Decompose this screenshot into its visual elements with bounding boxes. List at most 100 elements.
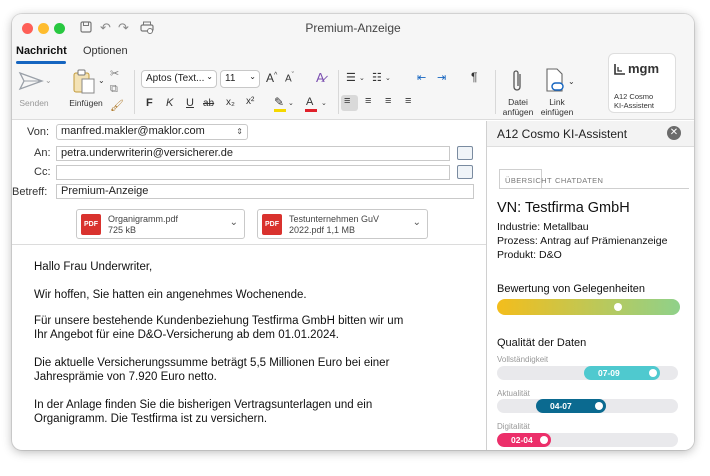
font-color-icon[interactable]: A [306,96,313,108]
underline-button[interactable]: U [186,97,194,109]
tab-optionen[interactable]: Optionen [83,45,128,57]
subject-label: Betreff: [12,186,48,198]
chevron-down-icon[interactable]: ⌄ [288,99,294,107]
quality-label-actuality: Aktualität [497,389,530,398]
increase-indent-icon[interactable]: ⇥ [437,71,446,84]
format-painter-icon[interactable]: 🖌 [110,99,124,112]
to-label: An: [34,147,51,159]
highlight-color-swatch [274,109,286,112]
body-paragraph: Hallo Frau Underwriter, [34,261,153,273]
send-icon[interactable] [18,70,44,92]
tab-uebersicht[interactable]: ÜBERSICHT [505,176,552,185]
grow-font-icon[interactable]: A^ [266,71,277,85]
mgm-logo-text: mgm [628,61,660,76]
company-name: VN: Testfirma GmbH [497,200,630,216]
industry-line: Industrie: Metallbau [497,221,589,233]
cc-label: Cc: [34,166,51,178]
highlight-icon[interactable]: ✎ [274,95,284,109]
quality-marker [595,402,603,410]
quality-bar-fill: 07-09 [584,366,660,380]
font-size-value: 11 [225,73,236,84]
superscript-button[interactable]: x² [246,96,254,107]
opportunity-title: Bewertung von Gelegenheiten [497,283,645,295]
mail-window: ↶ ↷ Premium-Anzeige Nachricht Optionen ⌄… [12,14,694,450]
cosmo-addin-button[interactable]: mgm A12 Cosmo KI-Assistent [608,53,676,113]
tab-chatdaten[interactable]: CHATDATEN [555,176,603,185]
numbered-list-icon[interactable]: ☷ [372,71,382,84]
shrink-font-icon[interactable]: Aˇ [285,72,294,84]
cosmo-assistant-panel: A12 Cosmo KI-Assistent ✕ ÜBERSICHT CHATD… [486,121,694,450]
body-paragraph: Die aktuelle Versicherungssumme beträgt … [34,357,390,383]
opportunity-gradient-bar [497,299,680,315]
chevron-down-icon[interactable]: ⌄ [413,217,421,228]
quality-bar-track: 07-09 [497,366,678,380]
tab-nachricht[interactable]: Nachricht [16,45,67,57]
bullet-list-icon[interactable]: ☰ [346,71,356,84]
attachment-item[interactable]: PDF Organigramm.pdf 725 kB ⌄ [76,209,245,239]
close-panel-icon[interactable]: ✕ [667,126,681,140]
quality-title: Qualität der Daten [497,337,587,349]
attach-file-button[interactable]: Datei anfügen [498,97,538,117]
ribbon-separator [338,70,339,114]
quality-value: 02-04 [511,435,533,445]
subject-field[interactable]: Premium-Anzeige [56,184,474,199]
pdf-icon: PDF [81,214,101,235]
insert-link-button[interactable]: Link einfügen [536,97,578,117]
paragraph-marks-icon[interactable]: ¶ [471,70,477,84]
justify-icon[interactable]: ≡ [405,95,411,107]
to-address-book-icon[interactable] [457,146,473,160]
chevron-down-icon: ⌄ [249,72,256,81]
quality-bar-track: 02-04 [497,433,678,447]
strikethrough-button[interactable]: ab [203,98,214,109]
quality-bar-track: 04-07 [497,399,678,413]
panel-title: A12 Cosmo KI-Assistent [497,127,628,141]
header-divider [12,244,486,245]
paperclip-icon[interactable] [511,68,525,94]
chevron-down-icon[interactable]: ⌄ [385,74,391,82]
link-icon[interactable] [544,67,566,95]
chevron-down-icon[interactable]: ⌄ [321,99,327,107]
quality-label-digitality: Digitalität [497,422,530,431]
align-right-icon[interactable]: ≡ [385,95,391,107]
to-field[interactable]: petra.underwriterin@versicherer.de [56,146,450,161]
quality-bar-fill: 02-04 [497,433,551,447]
quality-bar-fill: 04-07 [536,399,606,413]
body-paragraph: Wir hoffen, Sie hatten ein angenehmes Wo… [34,289,307,301]
quality-marker [540,436,548,444]
cc-field[interactable] [56,165,450,180]
decrease-indent-icon[interactable]: ⇤ [417,71,426,84]
paste-icon[interactable] [72,68,96,94]
chevron-down-icon: ⌄ [206,72,213,81]
tab-divider [499,188,689,189]
quality-marker [649,369,657,377]
send-button[interactable]: Senden [12,98,56,108]
ribbon-toolbar: ⌄ Senden ⌄ Einfügen ✂ ⧉ 🖌 Aptos (Text...… [12,64,694,120]
align-center-icon[interactable]: ≡ [365,95,371,107]
chevron-down-icon[interactable]: ⌄ [359,74,365,82]
attachment-size: 2022.pdf 1,1 MB [289,225,356,235]
opportunity-marker [614,303,622,311]
send-options-chevron-icon[interactable]: ⌄ [45,76,52,85]
body-paragraph: In der Anlage finden Sie die bisherigen … [34,399,373,425]
font-name-select[interactable]: Aptos (Text... ⌄ [141,70,217,88]
paste-options-chevron-icon[interactable]: ⌄ [98,76,105,85]
chevron-down-icon[interactable]: ⌄ [230,217,238,228]
copy-icon[interactable]: ⧉ [110,83,118,96]
from-select[interactable]: manfred.makler@maklor.com ⇕ [56,124,248,140]
italic-button[interactable]: K [166,97,173,109]
clear-formatting-icon[interactable]: A̷ [316,70,325,85]
paste-button[interactable]: Einfügen [62,98,110,108]
link-options-chevron-icon[interactable]: ⌄ [568,77,575,86]
insert-link-label-line1: Link [549,97,565,107]
align-left-icon[interactable]: ≡ [344,95,350,107]
attachment-item[interactable]: PDF Testunternehmen GuV 2022.pdf 1,1 MB … [257,209,428,239]
font-size-select[interactable]: 11 ⌄ [220,70,260,88]
attachment-name: Organigramm.pdf [108,214,179,224]
title-bar: ↶ ↷ Premium-Anzeige [12,14,694,42]
subscript-button[interactable]: x₂ [226,97,235,108]
bold-button[interactable]: F [146,97,153,109]
attach-file-label-line1: Datei [508,97,528,107]
addin-label-line2: KI-Assistent [614,101,655,110]
cut-icon[interactable]: ✂ [110,67,119,80]
cc-address-book-icon[interactable] [457,165,473,179]
